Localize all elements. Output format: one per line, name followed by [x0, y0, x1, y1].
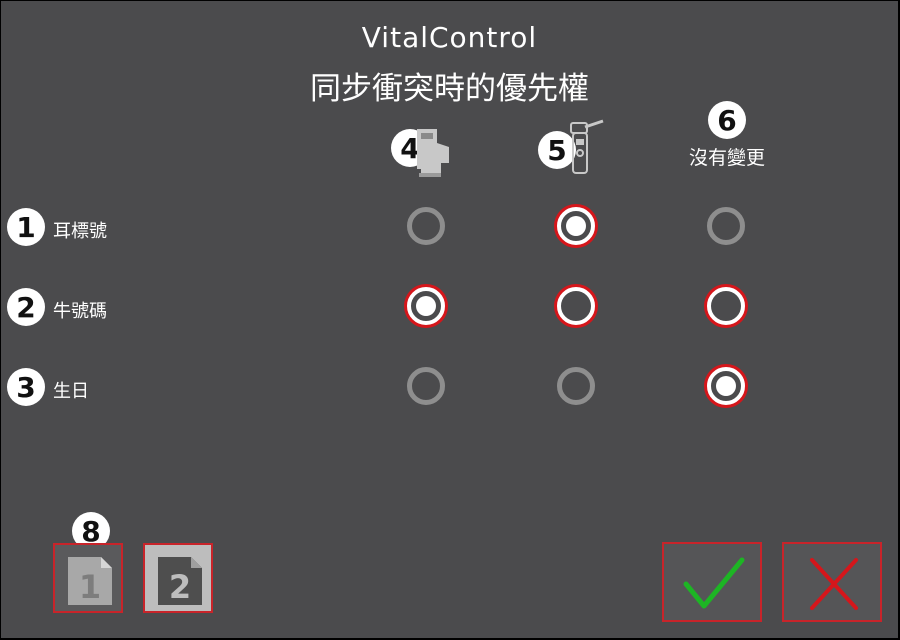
- page-1-icon: 1: [68, 557, 112, 606]
- page-1-button[interactable]: 1: [53, 543, 123, 613]
- page-1-label: 1: [79, 568, 101, 606]
- page-2-icon: 2: [158, 557, 202, 606]
- radio-selected-dot: [716, 376, 736, 396]
- confirm-button[interactable]: [662, 542, 762, 622]
- row-label-birthday: 生日: [53, 381, 89, 402]
- priority-radio[interactable]: [707, 287, 745, 325]
- dialog-screen: VitalControl 同步衝突時的優先權 4 5 6 沒有變更 1 耳標號 …: [1, 1, 898, 638]
- checkmark-icon: [683, 557, 745, 609]
- page-title: 同步衝突時的優先權: [310, 71, 589, 107]
- callout-badge: 1: [7, 208, 45, 246]
- priority-radio[interactable]: [557, 207, 595, 245]
- priority-radio[interactable]: [557, 287, 595, 325]
- callout-badge: 6: [708, 101, 746, 139]
- handheld-reader-icon: [570, 119, 604, 174]
- priority-radio: [407, 367, 445, 405]
- radio-selected-dot: [566, 216, 586, 236]
- row-label-ear-tag: 耳標號: [53, 221, 107, 242]
- column-label-no-change: 沒有變更: [688, 147, 765, 169]
- row-label-cow-number: 牛號碼: [53, 301, 107, 322]
- page-2-label: 2: [169, 568, 191, 606]
- app-title: VitalControl: [361, 21, 538, 54]
- radio-selected-dot: [416, 296, 436, 316]
- close-icon: [810, 558, 858, 610]
- scale-unit-icon: [417, 129, 449, 177]
- callout-badge: 2: [7, 288, 45, 326]
- priority-radio[interactable]: [407, 287, 445, 325]
- cancel-button[interactable]: [782, 542, 882, 622]
- priority-radio: [407, 207, 445, 245]
- priority-radio[interactable]: [707, 367, 745, 405]
- callout-badge: 3: [7, 368, 45, 406]
- priority-radio: [707, 207, 745, 245]
- page-2-button[interactable]: 2: [143, 543, 213, 613]
- priority-radio: [557, 367, 595, 405]
